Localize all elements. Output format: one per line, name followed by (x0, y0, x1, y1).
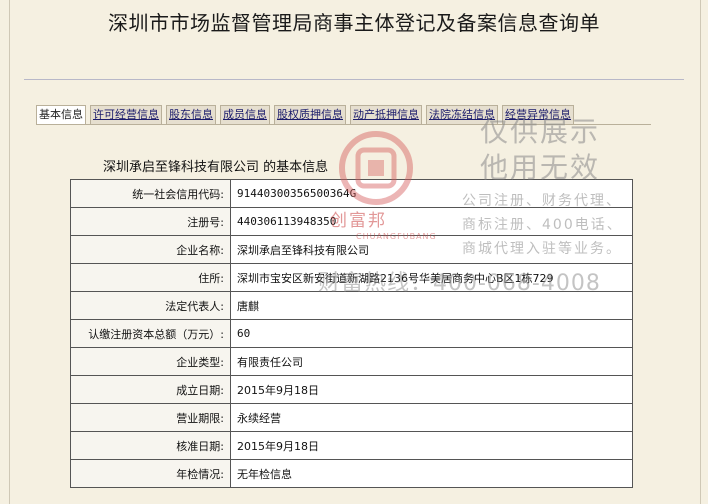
row-label: 注册号: (70, 207, 231, 236)
title-divider (24, 79, 684, 80)
row-label: 营业期限: (70, 403, 231, 432)
table-row: 年检情况: 无年检信息 (70, 459, 633, 488)
row-value: 2015年9月18日 (230, 431, 633, 460)
row-label: 企业类型: (70, 347, 231, 376)
tab-license-info[interactable]: 许可经营信息 (90, 105, 162, 125)
tab-underline (36, 124, 651, 125)
page-title: 深圳市市场监督管理局商事主体登记及备案信息查询单 (108, 11, 600, 35)
table-row: 住所: 深圳市宝安区新安街道新湖路2136号华美居商务中心B区1栋729 (70, 263, 633, 292)
row-value: 2015年9月18日 (230, 375, 633, 404)
section-subtitle: 深圳承启至锋科技有限公司 的基本信息 (103, 160, 329, 175)
row-value: 91440300356500364G (230, 179, 633, 208)
row-label: 核准日期: (70, 431, 231, 460)
table-row: 营业期限: 永续经营 (70, 403, 633, 432)
row-label: 统一社会信用代码: (70, 179, 231, 208)
basic-info-table: 统一社会信用代码: 91440300356500364G 注册号: 440306… (70, 179, 633, 488)
tab-equity-pledge-info[interactable]: 股权质押信息 (274, 105, 346, 125)
row-value: 440306113948350 (230, 207, 633, 236)
row-label: 企业名称: (70, 235, 231, 264)
tab-shareholder-info[interactable]: 股东信息 (166, 105, 216, 125)
table-row: 企业类型: 有限责任公司 (70, 347, 633, 376)
row-label: 住所: (70, 263, 231, 292)
row-value: 深圳承启至锋科技有限公司 (230, 235, 633, 264)
row-label: 成立日期: (70, 375, 231, 404)
table-row: 企业名称: 深圳承启至锋科技有限公司 (70, 235, 633, 264)
table-row: 成立日期: 2015年9月18日 (70, 375, 633, 404)
row-value: 60 (230, 319, 633, 348)
tab-court-freeze-info[interactable]: 法院冻结信息 (426, 105, 498, 125)
row-value: 有限责任公司 (230, 347, 633, 376)
row-value: 永续经营 (230, 403, 633, 432)
table-row: 核准日期: 2015年9月18日 (70, 431, 633, 460)
tab-member-info[interactable]: 成员信息 (220, 105, 270, 125)
table-row: 统一社会信用代码: 91440300356500364G (70, 179, 633, 208)
row-label: 法定代表人: (70, 291, 231, 320)
tab-bar: 基本信息 许可经营信息 股东信息 成员信息 股权质押信息 动产抵押信息 法院冻结… (36, 105, 574, 125)
row-label: 认缴注册资本总额（万元）: (70, 319, 231, 348)
row-label: 年检情况: (70, 459, 231, 488)
table-row: 认缴注册资本总额（万元）: 60 (70, 319, 633, 348)
row-value: 无年检信息 (230, 459, 633, 488)
tab-basic-info[interactable]: 基本信息 (36, 105, 86, 125)
table-row: 法定代表人: 唐麒 (70, 291, 633, 320)
row-value: 唐麒 (230, 291, 633, 320)
tab-chattel-mortgage-info[interactable]: 动产抵押信息 (350, 105, 422, 125)
tab-abnormal-operation-info[interactable]: 经营异常信息 (502, 105, 574, 125)
table-row: 注册号: 440306113948350 (70, 207, 633, 236)
row-value: 深圳市宝安区新安街道新湖路2136号华美居商务中心B区1栋729 (230, 263, 633, 292)
